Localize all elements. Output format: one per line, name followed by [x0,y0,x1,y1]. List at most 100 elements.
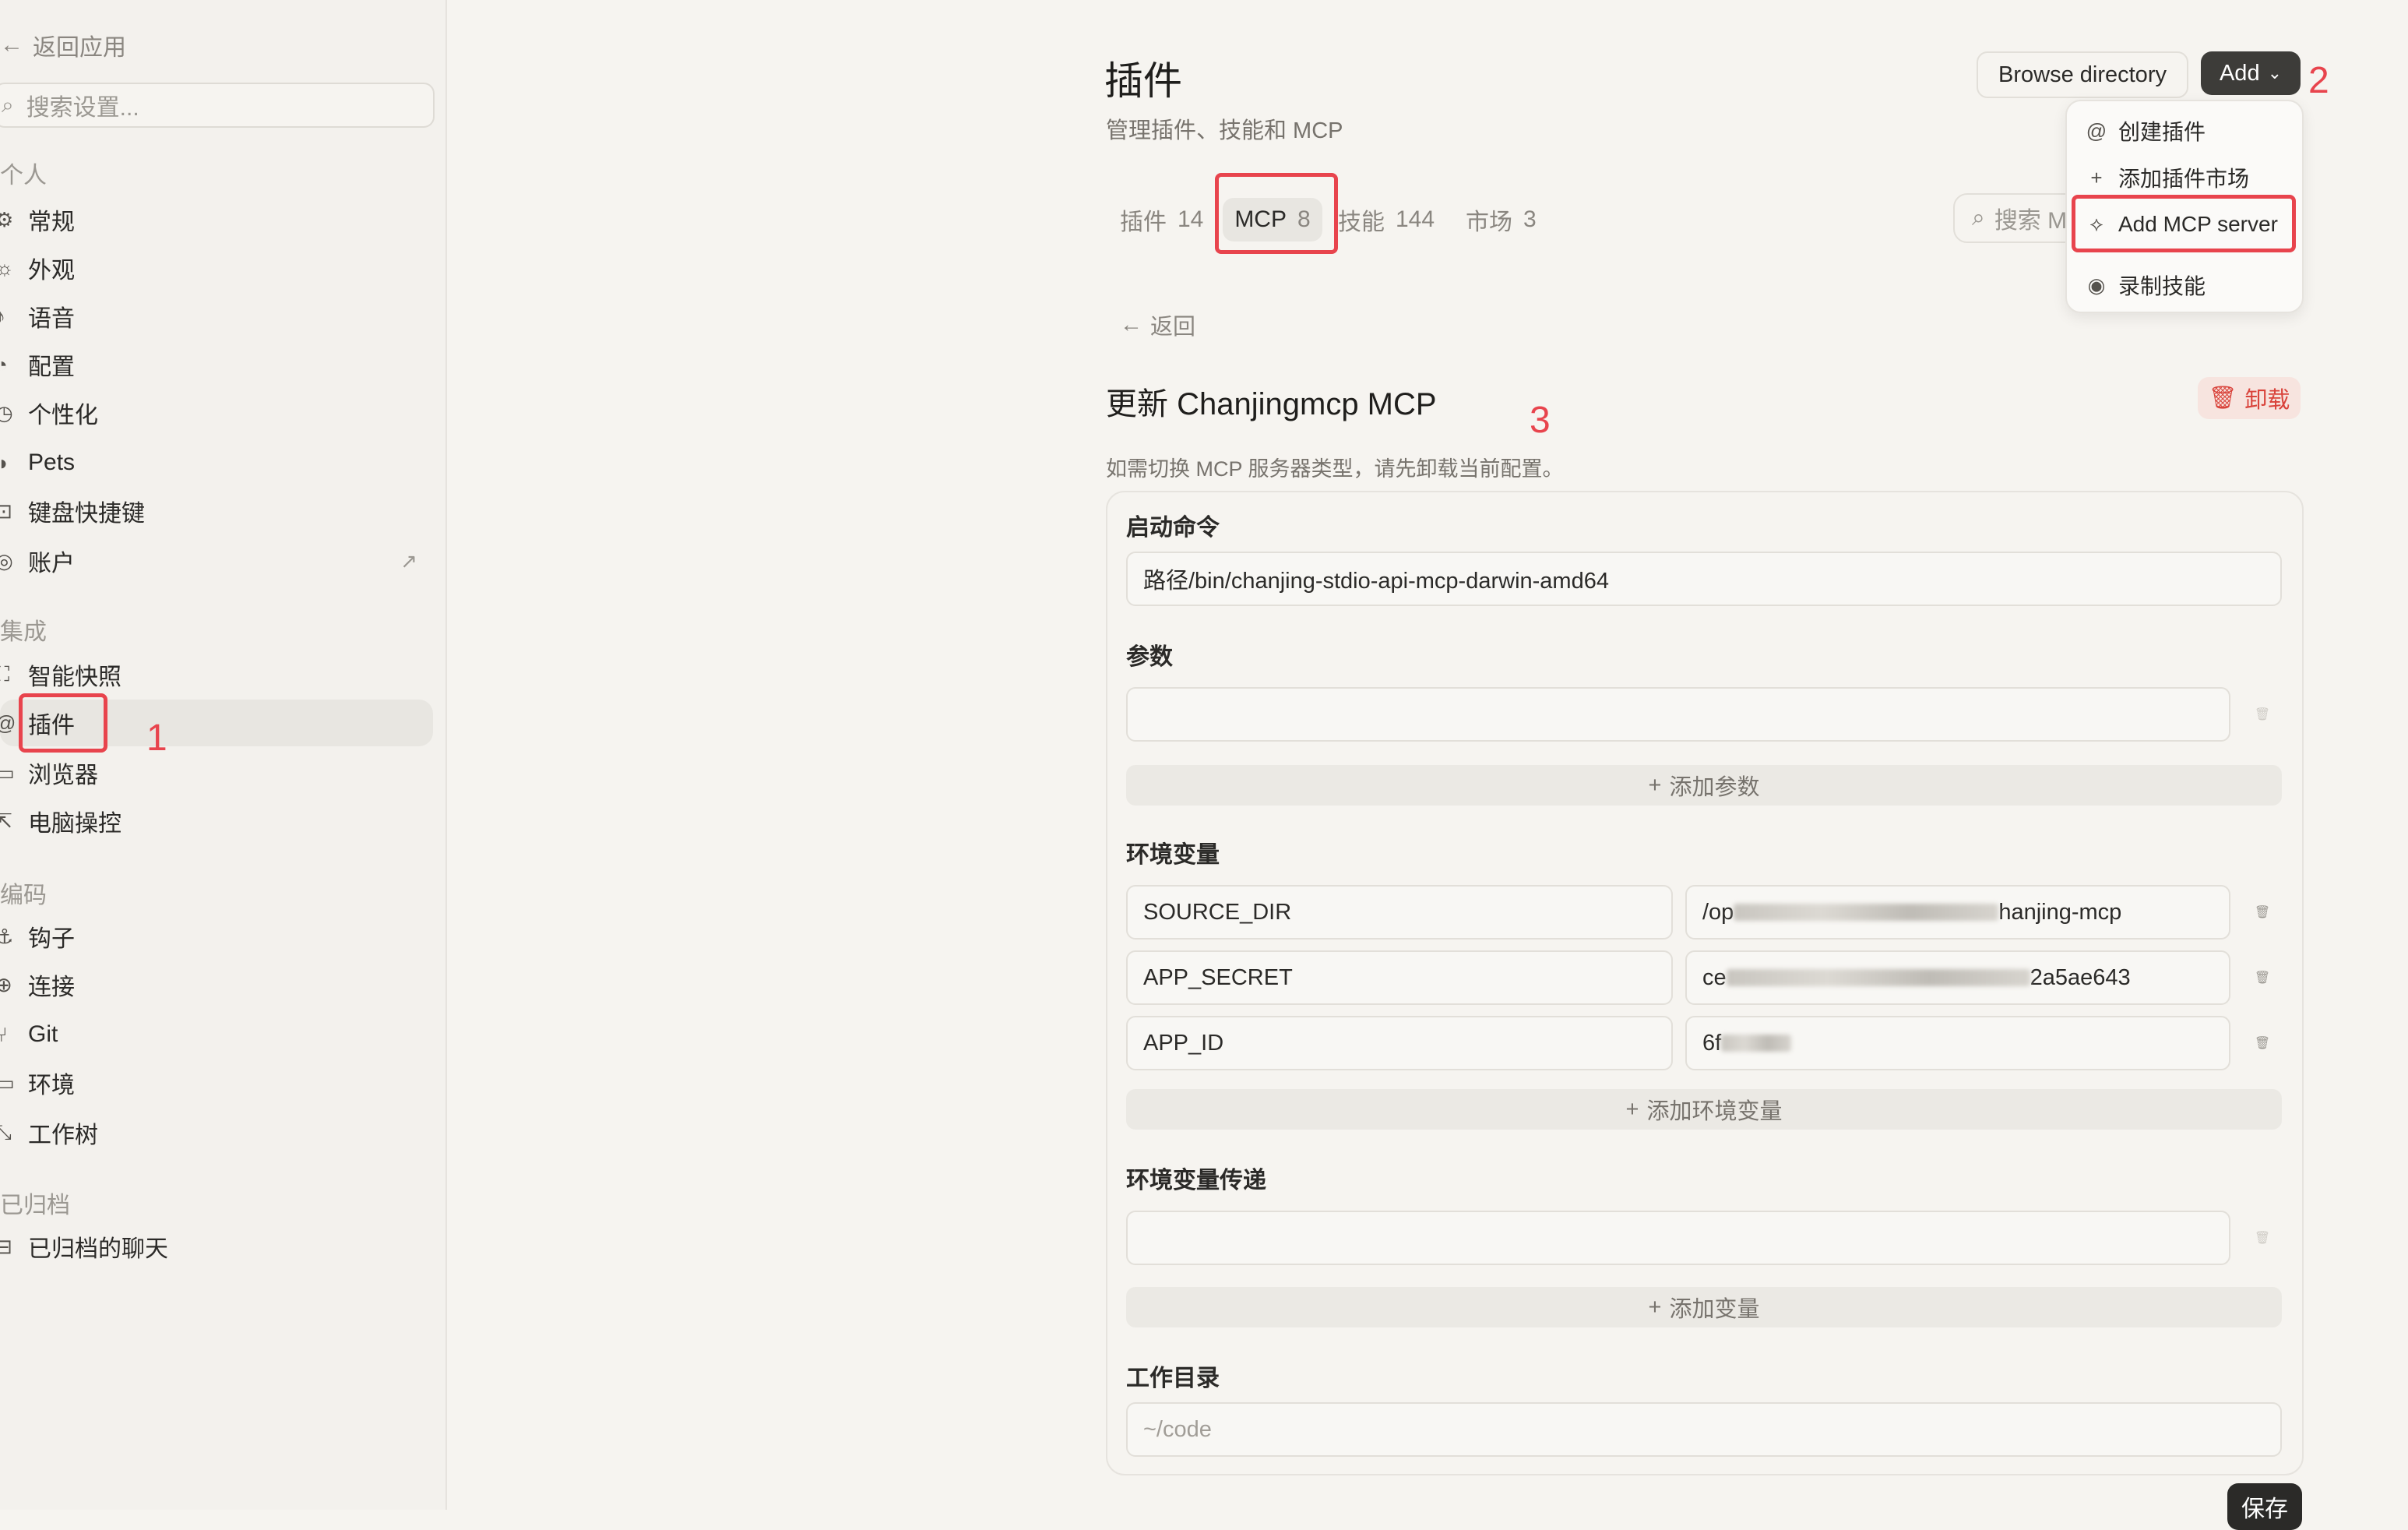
annotation-box-mcp-tab [1215,173,1338,254]
trash-icon[interactable]: 🗑 [2251,1226,2274,1250]
tab-skills-label: 技能 [1338,210,1385,235]
page-title: 插件 [1104,59,1182,103]
menu-item-create-plugin[interactable]: @ 创建插件 [2086,115,2206,146]
settings-sidebar: ← 返回应用 ⌕ 搜索设置... 个人 ⚙ 常规 ☼ 外观 ♪ 语音 ◔ 配置 ◷ 个性化… [0,0,447,1510]
sun-icon: ☼ [0,256,14,280]
tab-marketplace[interactable]: 市场 3 [1466,198,1537,241]
chevron-down-icon: ⌄ [2267,63,2283,83]
save-button[interactable]: 保存 [2227,1483,2302,1530]
trash-icon[interactable]: 🗑 [2251,966,2274,989]
uninstall-label: 卸载 [2244,388,2290,413]
arg-input[interactable] [1126,687,2230,742]
sidebar-item-git[interactable]: ⑂ Git [0,1011,433,1058]
redacted-text [1726,969,2030,986]
workdir-input[interactable]: ~/code [1126,1402,2282,1457]
settings-search-placeholder: 搜索设置... [26,95,139,121]
sidebar-item-general[interactable]: ⚙ 常规 [0,196,433,243]
env-value-input[interactable]: /op hanjing-mcp [1685,885,2230,940]
trash-icon[interactable]: 🗑 [2251,901,2274,924]
annotation-box-plugins [19,693,107,753]
trash-icon[interactable]: 🗑 [2251,1031,2274,1055]
sidebar-item-hooks[interactable]: ⚓ 钩子 [0,913,433,960]
config-icon: ◔ [0,352,8,376]
menu-item-record-skill[interactable]: ◉ 录制技能 [2086,270,2206,301]
back-link[interactable]: ← 返回 [1120,308,1195,341]
section-coding: 编码 [0,883,47,908]
microphone-icon: ♪ [0,304,5,328]
redacted-text [1721,1035,1792,1052]
sidebar-item-environment[interactable]: ▭ 环境 [0,1059,433,1106]
env-key-input[interactable]: SOURCE_DIR [1126,885,1673,940]
tab-plugins[interactable]: 插件 14 [1120,198,1203,241]
menu-item-label: 录制技能 [2118,274,2206,298]
section-personal: 个人 [0,163,47,189]
add-var-button[interactable]: + 添加变量 [1126,1287,2282,1327]
env-value-prefix: /op [1702,899,1734,925]
tab-skills-count: 144 [1396,206,1435,232]
plus-icon: + [1648,1294,1662,1320]
external-link-icon: ↗ [400,548,417,573]
sidebar-item-account[interactable]: ◎ 账户 ↗ [0,538,433,584]
menu-item-add-marketplace[interactable]: + 添加插件市场 [2086,162,2249,193]
env-label: 环境变量 [1126,842,1220,868]
env-value-input[interactable]: 6f [1685,1016,2230,1070]
sidebar-item-smart-snapshot[interactable]: ⛶ 智能快照 [0,651,433,698]
sidebar-item-archived-chats[interactable]: ⊟ 已归档的聊天 [0,1223,433,1270]
worktree-icon: ⤡ [0,1120,12,1144]
sidebar-item-computer-control[interactable]: ⇱ 电脑操控 [0,798,433,844]
account-icon: ◎ [0,548,13,573]
tab-marketplace-label: 市场 [1466,210,1512,235]
uninstall-button[interactable]: 🗑 卸载 [2198,377,2301,419]
tab-skills[interactable]: 技能 144 [1338,198,1435,241]
browser-icon: ▭ [0,760,15,784]
add-env-button[interactable]: + 添加环境变量 [1126,1089,2282,1130]
sidebar-item-pets[interactable]: ◑ Pets [0,439,433,486]
env-key-input[interactable]: APP_SECRET [1126,950,1673,1005]
env-key-input[interactable]: APP_ID [1126,1016,1673,1070]
archive-icon: ⊟ [0,1234,12,1258]
globe-icon: ⊕ [0,972,12,996]
passthrough-input[interactable] [1126,1211,2230,1265]
keyboard-icon: ⊡ [0,499,12,523]
args-label: 参数 [1126,644,1173,670]
snapshot-icon: ⛶ [0,662,10,686]
tab-marketplace-count: 3 [1523,206,1537,232]
annotation-label-1: 1 [146,717,167,759]
sidebar-item-config[interactable]: ◔ 配置 [0,341,433,388]
workdir-label: 工作目录 [1126,1366,1220,1391]
environment-icon: ▭ [0,1070,15,1095]
plugin-icon: @ [2086,118,2107,143]
server-type-hint: 如需切换 MCP 服务器类型，请先卸载当前配置。 [1106,457,1564,481]
sidebar-item-worktree[interactable]: ⤡ 工作树 [0,1109,433,1156]
tab-search-input[interactable]: ⌕ 搜索 M [1953,193,2081,243]
env-value-suffix: hanjing-mcp [1998,899,2122,925]
env-value-input[interactable]: ce 2a5ae643 [1685,950,2230,1005]
plus-icon: + [1648,772,1662,798]
sidebar-item-shortcuts[interactable]: ⊡ 键盘快捷键 [0,488,433,534]
sidebar-item-connections[interactable]: ⊕ 连接 [0,961,433,1008]
section-integration: 集成 [0,619,47,645]
arrow-left-icon: ← [0,32,23,58]
add-env-label: 添加环境变量 [1646,1099,1783,1124]
trash-icon[interactable]: 🗑 [2251,703,2274,726]
sidebar-item-browser[interactable]: ▭ 浏览器 [0,749,433,796]
record-icon: ◉ [2087,273,2106,297]
annotation-label-3: 3 [1530,400,1551,441]
plus-icon: + [2090,165,2103,189]
gear-icon: ⚙ [0,207,14,231]
pet-icon: ◑ [0,450,8,474]
sidebar-item-voice[interactable]: ♪ 语音 [0,293,433,340]
plus-icon: + [1625,1096,1639,1122]
annotation-box-add-mcp [2072,195,2296,252]
add-button[interactable]: Add ⌄ [2201,51,2301,95]
settings-search-input[interactable]: ⌕ 搜索设置... [0,83,435,128]
cursor-icon: ⇱ [0,809,12,833]
sidebar-item-personalization[interactable]: ◷ 个性化 [0,390,433,436]
back-to-app-link[interactable]: ← 返回应用 [0,28,126,62]
command-label: 启动命令 [1126,515,1220,541]
command-input[interactable]: 路径/bin/chanjing-stdio-api-mcp-darwin-amd… [1126,552,2282,606]
menu-item-label: 添加插件市场 [2118,167,2250,191]
add-arg-button[interactable]: + 添加参数 [1126,765,2282,806]
browse-directory-button[interactable]: Browse directory [1977,51,2188,98]
sidebar-item-appearance[interactable]: ☼ 外观 [0,245,433,291]
